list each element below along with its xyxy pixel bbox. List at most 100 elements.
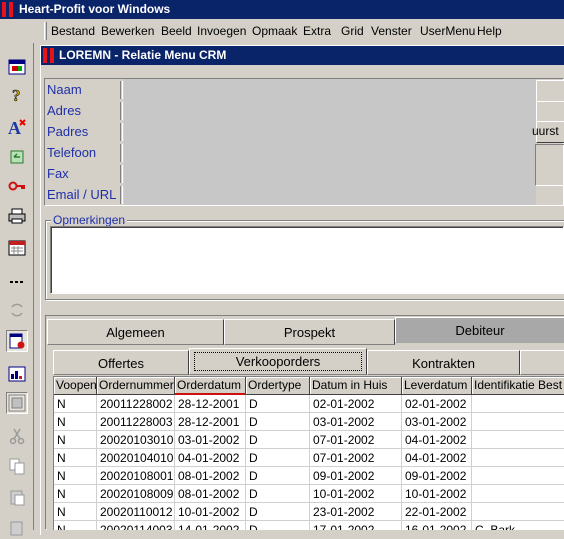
grid-cell[interactable]: 08-01-2002 [175, 485, 246, 503]
grid-cell[interactable]: 08-01-2002 [175, 467, 246, 485]
menu-venster[interactable]: Venster [371, 24, 412, 38]
menu-bestand[interactable]: Bestand [51, 24, 95, 38]
grid-cell[interactable]: D [246, 395, 310, 413]
report-icon[interactable] [6, 363, 28, 385]
remarks-textarea[interactable] [50, 226, 564, 294]
grid-cell[interactable]: 17-01-2002 [310, 521, 402, 530]
grid-cell[interactable]: 28-12-2001 [175, 395, 246, 413]
column-header-leverdatum[interactable]: Leverdatum [402, 377, 472, 395]
grid-cell[interactable]: 22-01-2002 [402, 503, 472, 521]
grid-cell[interactable]: 20020108001 [97, 467, 175, 485]
grid-cell[interactable]: D [246, 503, 310, 521]
document-edit-icon[interactable] [6, 330, 28, 352]
sync-icon[interactable] [6, 299, 28, 321]
dots-icon[interactable] [6, 269, 28, 291]
orders-grid[interactable]: Voopen Ordernummer Orderdatum Ordertype Datu… [53, 376, 564, 530]
grid-cell[interactable] [472, 503, 564, 521]
grid-cell[interactable]: 20011228003 [97, 413, 175, 431]
grid-cell[interactable]: 02-01-2002 [310, 395, 402, 413]
grid-cell[interactable]: 10-01-2002 [175, 503, 246, 521]
grid-cell[interactable]: D [246, 413, 310, 431]
menu-opmaak[interactable]: Opmaak [252, 24, 297, 38]
help-icon[interactable]: ? [6, 84, 28, 106]
paste-special-icon[interactable] [6, 517, 28, 539]
side-button-2[interactable] [536, 101, 564, 123]
grid-cell[interactable]: 10-01-2002 [310, 485, 402, 503]
spelling-icon[interactable]: A [6, 116, 28, 138]
grid-cell[interactable] [472, 395, 564, 413]
menu-help[interactable]: Help [477, 24, 502, 38]
grid-cell[interactable] [472, 431, 564, 449]
side-button-1[interactable] [536, 80, 564, 102]
grid-cell[interactable]: 28-12-2001 [175, 413, 246, 431]
grid-cell[interactable]: 20020114003 [97, 521, 175, 530]
subtab-kontrakten[interactable]: Kontrakten [367, 350, 520, 375]
tab-prospekt[interactable]: Prospekt [224, 319, 395, 345]
grid-cell[interactable]: 09-01-2002 [402, 467, 472, 485]
grid-cell[interactable]: N [54, 503, 97, 521]
grid-cell[interactable]: D [246, 467, 310, 485]
menu-extra[interactable]: Extra [303, 24, 331, 38]
grid-cell[interactable]: 07-01-2002 [310, 449, 402, 467]
app-title-bar[interactable]: Heart-Profit voor Windows [0, 0, 564, 19]
grid-cell[interactable]: 09-01-2002 [310, 467, 402, 485]
grid-cell[interactable]: 03-01-2002 [175, 431, 246, 449]
paste-icon[interactable] [6, 486, 28, 508]
subtab-offertes[interactable]: Offertes [53, 350, 189, 375]
grid-cell[interactable]: N [54, 413, 97, 431]
grid-cell[interactable]: 14-01-2002 [175, 521, 246, 530]
column-header-voopen[interactable]: Voopen [54, 377, 97, 395]
menu-usermenu[interactable]: UserMenu [420, 24, 475, 38]
grid-cell[interactable]: 20020108009 [97, 485, 175, 503]
grid-cell[interactable]: D [246, 521, 310, 530]
grid-cell[interactable]: N [54, 431, 97, 449]
menu-bewerken[interactable]: Bewerken [101, 24, 154, 38]
column-header-orderdatum[interactable]: Orderdatum [175, 377, 246, 395]
grid-cell[interactable]: N [54, 449, 97, 467]
menu-grid[interactable]: Grid [341, 24, 364, 38]
column-header-ordertype[interactable]: Ordertype [246, 377, 310, 395]
printer-icon[interactable] [6, 205, 28, 227]
grid-cell[interactable]: 04-01-2002 [175, 449, 246, 467]
grid-cell[interactable]: N [54, 521, 97, 530]
subtab-verkooporders[interactable]: Verkooporders [189, 348, 367, 375]
grid-cell[interactable] [472, 467, 564, 485]
window-icon[interactable] [6, 56, 28, 78]
grid-cell[interactable]: 23-01-2002 [310, 503, 402, 521]
child-window-title-bar[interactable]: LOREMN - Relatie Menu CRM [41, 46, 564, 65]
grid-cell[interactable]: D [246, 431, 310, 449]
grid-cell[interactable]: 07-01-2002 [310, 431, 402, 449]
column-header-datum-in-huis[interactable]: Datum in Huis [310, 377, 402, 395]
grid-cell[interactable]: C. Bark [472, 521, 564, 530]
subtab-extra[interactable] [520, 350, 564, 375]
grid-cell[interactable]: D [246, 449, 310, 467]
copy-icon[interactable] [6, 455, 28, 477]
grid-cell[interactable]: 04-01-2002 [402, 449, 472, 467]
column-header-identifikatie-best[interactable]: Identifikatie Best [472, 377, 564, 395]
grid-cell[interactable]: 20020110012 [97, 503, 175, 521]
calendar-icon[interactable] [6, 237, 28, 259]
refresh-icon[interactable] [6, 146, 28, 168]
menu-invoegen[interactable]: Invoegen [197, 24, 246, 38]
grid-cell[interactable]: 16-01-2002 [402, 521, 472, 530]
column-header-ordernummer[interactable]: Ordernummer [97, 377, 175, 395]
grid-cell[interactable]: 20011228002 [97, 395, 175, 413]
grid-cell[interactable]: 20020103010 [97, 431, 175, 449]
grid-cell[interactable]: 04-01-2002 [402, 431, 472, 449]
grid-cell[interactable]: 20020104010 [97, 449, 175, 467]
tab-debiteur[interactable]: Debiteur [395, 317, 564, 343]
grid-cell[interactable] [472, 413, 564, 431]
grid-cell[interactable] [472, 485, 564, 503]
key-icon[interactable] [6, 175, 28, 197]
grid-cell[interactable]: 10-01-2002 [402, 485, 472, 503]
menu-beeld[interactable]: Beeld [161, 24, 192, 38]
grid-cell[interactable]: 03-01-2002 [310, 413, 402, 431]
grid-cell[interactable]: N [54, 467, 97, 485]
grid-cell[interactable]: N [54, 395, 97, 413]
cut-icon[interactable] [6, 425, 28, 447]
grid-cell[interactable]: D [246, 485, 310, 503]
tab-algemeen[interactable]: Algemeen [47, 319, 224, 345]
grid-cell[interactable] [472, 449, 564, 467]
grid-cell[interactable]: N [54, 485, 97, 503]
grid-cell[interactable]: 03-01-2002 [402, 413, 472, 431]
